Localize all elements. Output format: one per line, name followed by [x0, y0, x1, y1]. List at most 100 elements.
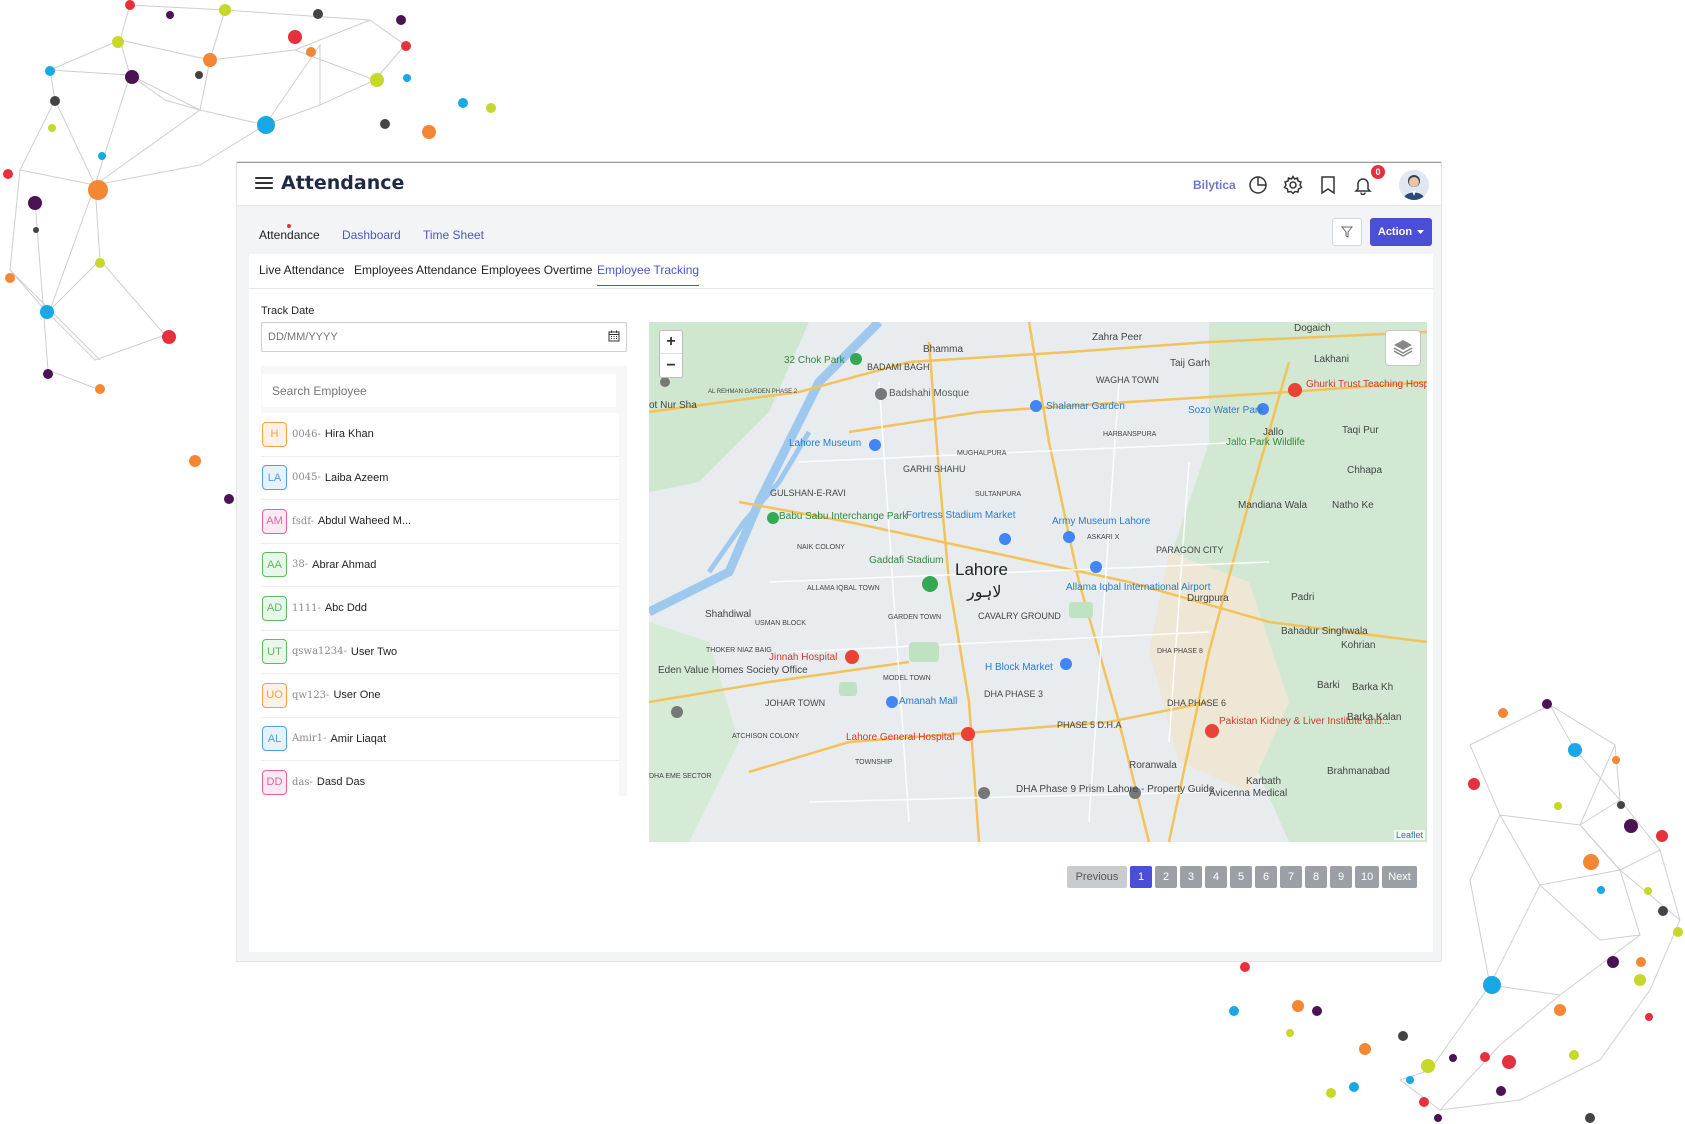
map-label: Ghurki Trust Teaching Hosp: [1306, 379, 1427, 390]
layers-button[interactable]: [1385, 330, 1421, 366]
map-label: GARDEN TOWN: [888, 614, 941, 621]
page-button[interactable]: 4: [1205, 866, 1227, 888]
employee-list-item[interactable]: AL Amir1- Amir Liaqat: [261, 717, 619, 761]
previous-page-button[interactable]: Previous: [1067, 866, 1127, 888]
map-label: Badshahi Mosque: [889, 388, 969, 399]
tab-employees-attendance[interactable]: Employees Attendance: [354, 263, 477, 285]
subnav-time-sheet[interactable]: Time Sheet: [423, 228, 484, 242]
page-button[interactable]: 7: [1280, 866, 1302, 888]
map-label: DHA PHASE 8: [1157, 648, 1203, 655]
map-label: DHA PHASE 3: [984, 689, 1043, 699]
page-button[interactable]: 1: [1130, 866, 1152, 888]
subnav-attendance[interactable]: Attendance: [259, 228, 320, 242]
avatar[interactable]: [1399, 170, 1429, 200]
map-label: Army Museum Lahore: [1052, 516, 1151, 527]
tab-bar: Live Attendance Employees Attendance Emp…: [249, 254, 1433, 289]
map-label: Lakhani: [1314, 354, 1349, 365]
employee-list-item[interactable]: DD das- Dasd Das: [261, 761, 619, 796]
next-page-button[interactable]: Next: [1382, 866, 1417, 888]
notification-badge: 0: [1371, 165, 1385, 179]
map-label: Bahadur Singhwala: [1281, 626, 1368, 637]
sub-navigation: Attendance Dashboard Time Sheet Action: [237, 206, 1441, 254]
action-button[interactable]: Action: [1370, 218, 1432, 246]
page-button[interactable]: 6: [1255, 866, 1277, 888]
map-label: Shahdiwal: [705, 609, 751, 620]
zoom-control: + −: [659, 330, 683, 378]
employee-list-item[interactable]: UO qw123- User One: [261, 674, 619, 718]
employee-name: Amir Liaqat: [330, 732, 387, 745]
map-label: Roranwala: [1129, 760, 1177, 771]
map-label: ASKARI X: [1087, 534, 1120, 541]
track-date-label: Track Date: [261, 305, 315, 317]
employee-name: Abrar Ahmad: [312, 558, 377, 571]
search-employee-input[interactable]: [262, 374, 616, 407]
map-label: Karbath: [1246, 776, 1281, 787]
calendar-icon[interactable]: [608, 330, 620, 342]
employee-list-item[interactable]: H 0046- Hira Khan: [261, 413, 619, 457]
map-label: NAIK COLONY: [797, 544, 845, 551]
page-button[interactable]: 8: [1305, 866, 1327, 888]
map-label: Avicenna Medical: [1209, 788, 1287, 799]
tab-employee-tracking[interactable]: Employee Tracking: [597, 263, 700, 286]
map-label: GARHI SHAHU: [903, 464, 966, 474]
map-label: H Block Market: [985, 662, 1053, 673]
map-label: USMAN BLOCK: [755, 620, 806, 627]
employee-avatar: H: [262, 421, 287, 447]
page-button[interactable]: 5: [1230, 866, 1252, 888]
zoom-out-button[interactable]: −: [660, 354, 682, 377]
employee-list-item[interactable]: AA 38- Abrar Ahmad: [261, 543, 619, 587]
map-label: HARBANSPURA: [1103, 431, 1157, 438]
employee-name: Abc Ddd: [324, 602, 368, 615]
map-tiles[interactable]: Lahore لاہور Bhamma Zahra Peer Dogaich L…: [649, 322, 1427, 842]
map-view[interactable]: Lahore لاہور Bhamma Zahra Peer Dogaich L…: [649, 322, 1427, 842]
filter-button[interactable]: [1332, 218, 1362, 246]
employee-code: Amir1-: [292, 733, 327, 745]
action-button-label: Action: [1377, 226, 1413, 238]
employee-list-item[interactable]: AD 1111- Abc Ddd: [261, 587, 619, 631]
content-card: Live Attendance Employees Attendance Emp…: [249, 254, 1433, 952]
map-label: JOHAR TOWN: [765, 698, 825, 708]
pagination: Previous 1 2 3 4 5 6 7 8 9 10 Next: [1067, 866, 1417, 888]
gear-icon[interactable]: [1282, 174, 1304, 196]
employee-list-item[interactable]: AM fsdf- Abdul Waheed M...: [261, 500, 619, 544]
map-label: Jallo: [1263, 427, 1284, 438]
menu-icon[interactable]: [255, 177, 273, 191]
employee-list-item[interactable]: LA 0045- Laiba Azeem: [261, 456, 619, 500]
employee-avatar: AM: [262, 508, 287, 534]
zoom-in-button[interactable]: +: [660, 331, 682, 354]
bookmark-icon[interactable]: [1317, 174, 1339, 196]
tab-live-attendance[interactable]: Live Attendance: [259, 263, 344, 285]
employee-name: User Two: [350, 645, 398, 658]
map-attribution-link[interactable]: Leaflet: [1393, 830, 1425, 840]
map-label: Lahore Museum: [789, 438, 861, 449]
map-label: Natho Ke: [1332, 500, 1374, 511]
pie-chart-icon[interactable]: [1247, 174, 1269, 196]
page-button[interactable]: 2: [1155, 866, 1177, 888]
brand-link[interactable]: Bilytica: [1193, 178, 1236, 192]
map-label: PHASE 5 D.H.A: [1057, 720, 1122, 730]
map-label: BADAMI BAGH: [867, 362, 930, 372]
page-button[interactable]: 3: [1180, 866, 1202, 888]
bell-icon[interactable]: [1352, 174, 1374, 196]
employee-list-item[interactable]: UT qswa1234- User Two: [261, 630, 619, 674]
map-label: Barki: [1317, 680, 1340, 691]
map-label: Shalamar Garden: [1046, 401, 1125, 412]
map-label: Taqi Pur: [1342, 425, 1379, 436]
map-label: Taij Garh: [1170, 358, 1210, 369]
active-indicator: [287, 224, 291, 228]
track-date-input[interactable]: [261, 322, 627, 352]
employee-code: 0046-: [292, 428, 321, 440]
layers-icon: [1393, 340, 1413, 357]
map-label: WAGHA TOWN: [1096, 375, 1159, 385]
page-button[interactable]: 10: [1355, 866, 1380, 888]
map-label: Barka Kalan: [1347, 712, 1401, 723]
tab-employees-overtime[interactable]: Employees Overtime: [481, 263, 592, 285]
page-button[interactable]: 9: [1330, 866, 1352, 888]
map-label: Amanah Mall: [899, 696, 957, 707]
map-label: لاہور: [966, 584, 1002, 601]
map-label: CAVALRY GROUND: [978, 611, 1061, 621]
subnav-dashboard[interactable]: Dashboard: [342, 228, 401, 242]
employee-panel: H 0046-Hira Khan LA 0045-Laiba Azeem AM fsdf-…: [261, 366, 627, 796]
employee-code: fsdf-: [292, 515, 314, 527]
employee-code: 38-: [292, 559, 309, 571]
